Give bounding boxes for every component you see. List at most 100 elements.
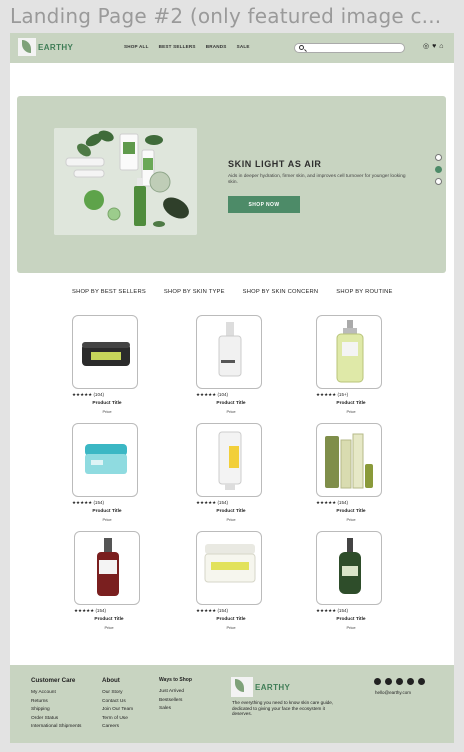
category-skin-type[interactable]: SHOP BY SKIN TYPE	[164, 289, 225, 295]
search-icon	[299, 45, 304, 50]
footer-tagline: The everything you need to know skin car…	[232, 700, 334, 717]
facebook-icon[interactable]	[374, 678, 381, 685]
star-rating: ★★★★★ (154)	[316, 608, 348, 613]
star-rating: ★★★★★ (154)	[316, 500, 348, 505]
hero-subtitle: Aids in deeper hydration, firmer skin, a…	[228, 174, 406, 185]
nav-shop-all[interactable]: SHOP ALL	[124, 44, 149, 49]
footer-link[interactable]: Bestsellers	[159, 697, 192, 706]
category-routine[interactable]: SHOP BY ROUTINE	[336, 289, 392, 295]
footer-email[interactable]: hello@earthy.com	[375, 690, 411, 695]
carousel-dot-1[interactable]	[435, 154, 442, 161]
product-image	[316, 531, 382, 605]
footer-heading: About	[102, 677, 120, 684]
product-price: Price	[104, 625, 114, 630]
product-card[interactable]: ★★★★★ (154) Product Title Price	[316, 531, 386, 630]
footer-link[interactable]: Order Status	[31, 715, 81, 724]
product-price: Price	[226, 409, 236, 414]
footer-link[interactable]: Returns	[31, 698, 81, 707]
star-rating: ★★★★★ (154)	[72, 500, 104, 505]
site-footer: Customer Care My Account Returns Shippin…	[10, 665, 454, 743]
twitter-icon[interactable]	[396, 678, 403, 685]
product-title: Product Title	[92, 509, 122, 514]
star-rating: ★★★★★ (154)	[196, 608, 228, 613]
star-rating: ★★★★★ (154)	[196, 500, 228, 505]
product-card[interactable]: ★★★★★ (154) Product Title Price	[196, 531, 266, 630]
footer-about: About Our Story Contact Us Join Our Team…	[102, 677, 133, 732]
nav-icons: ◎ ♥ ⌂	[423, 43, 444, 51]
product-card[interactable]: ★★★★★ (154) Product Title Price	[74, 531, 144, 630]
product-image	[196, 531, 262, 605]
product-title: Product Title	[216, 509, 246, 514]
nav-brands[interactable]: BRANDS	[206, 44, 227, 49]
category-best-sellers[interactable]: SHOP BY BEST SELLERS	[72, 289, 146, 295]
top-nav: EARTHY SHOP ALL BEST SELLERS BRANDS SALE…	[10, 33, 454, 63]
product-title: Product Title	[94, 617, 124, 622]
frame-title: Landing Page #2 (only featured image c..…	[10, 4, 442, 28]
cart-icon[interactable]: ⌂	[439, 43, 443, 51]
product-title: Product Title	[336, 401, 366, 406]
footer-link[interactable]: Term of Use	[102, 715, 133, 724]
search-input[interactable]	[294, 43, 405, 53]
product-title: Product Title	[336, 617, 366, 622]
product-card[interactable]: ★★★★★ (15+) Product Title Price	[316, 315, 386, 414]
product-image	[196, 423, 262, 497]
star-rating: ★★★★★ (104)	[196, 392, 228, 397]
shop-now-button[interactable]: SHOP NOW	[228, 196, 300, 213]
product-image	[74, 531, 140, 605]
product-image	[316, 423, 382, 497]
heart-icon[interactable]: ♥	[432, 43, 436, 51]
category-links: SHOP BY BEST SELLERS SHOP BY SKIN TYPE S…	[72, 289, 393, 295]
footer-link[interactable]: Shipping	[31, 706, 81, 715]
leaf-logo-icon	[18, 38, 36, 56]
footer-link[interactable]: Careers	[102, 723, 133, 732]
product-title: Product Title	[216, 401, 246, 406]
product-title: Product Title	[92, 401, 122, 406]
product-image	[316, 315, 382, 389]
pinterest-icon[interactable]	[418, 678, 425, 685]
product-title: Product Title	[336, 509, 366, 514]
product-card[interactable]: ★★★★★ (154) Product Title Price	[72, 423, 142, 522]
product-price: Price	[102, 517, 112, 522]
category-skin-concern[interactable]: SHOP BY SKIN CONCERN	[243, 289, 319, 295]
product-card[interactable]: ★★★★★ (154) Product Title Price	[196, 423, 266, 522]
product-card[interactable]: ★★★★★ (104) Product Title Price	[72, 315, 142, 414]
product-image	[72, 315, 138, 389]
leaf-logo-icon	[231, 677, 253, 697]
footer-link[interactable]: International Shipments	[31, 723, 81, 732]
footer-link[interactable]: Contact Us	[102, 698, 133, 707]
carousel-dot-2[interactable]	[435, 166, 442, 173]
product-title: Product Title	[216, 617, 246, 622]
product-card[interactable]: ★★★★★ (154) Product Title Price	[316, 423, 386, 522]
landing-page: EARTHY SHOP ALL BEST SELLERS BRANDS SALE…	[10, 33, 454, 743]
product-price: Price	[346, 517, 356, 522]
brand-name: EARTHY	[38, 42, 74, 52]
footer-link[interactable]: Sales	[159, 705, 192, 714]
brand-name: EARTHY	[255, 682, 291, 692]
instagram-icon[interactable]	[385, 678, 392, 685]
footer-link[interactable]: Join Our Team	[102, 706, 133, 715]
footer-link[interactable]: Our Story	[102, 689, 133, 698]
footer-logo[interactable]: EARTHY	[231, 677, 290, 697]
featured-image	[54, 128, 197, 235]
product-image	[72, 423, 138, 497]
nav-best-sellers[interactable]: BEST SELLERS	[159, 44, 196, 49]
product-image	[196, 315, 262, 389]
carousel-dots	[435, 154, 442, 185]
carousel-dot-3[interactable]	[435, 178, 442, 185]
footer-link[interactable]: My Account	[31, 689, 81, 698]
product-price: Price	[346, 409, 356, 414]
star-rating: ★★★★★ (15+)	[316, 392, 349, 397]
youtube-icon[interactable]	[407, 678, 414, 685]
product-price: Price	[346, 625, 356, 630]
nav-sale[interactable]: SALE	[237, 44, 250, 49]
brand-logo[interactable]: EARTHY	[18, 38, 73, 56]
footer-heading: Ways to Shop	[159, 677, 192, 683]
user-icon[interactable]: ◎	[423, 43, 429, 51]
footer-link[interactable]: Just Arrived	[159, 688, 192, 697]
hero-title: SKIN LIGHT AS AIR	[228, 159, 322, 169]
product-card[interactable]: ★★★★★ (104) Product Title Price	[196, 315, 266, 414]
hero-banner: SKIN LIGHT AS AIR Aids in deeper hydrati…	[17, 96, 446, 273]
product-price: Price	[102, 409, 112, 414]
footer-ways-to-shop: Ways to Shop Just Arrived Bestsellers Sa…	[159, 677, 192, 714]
footer-customer-care: Customer Care My Account Returns Shippin…	[31, 677, 81, 732]
